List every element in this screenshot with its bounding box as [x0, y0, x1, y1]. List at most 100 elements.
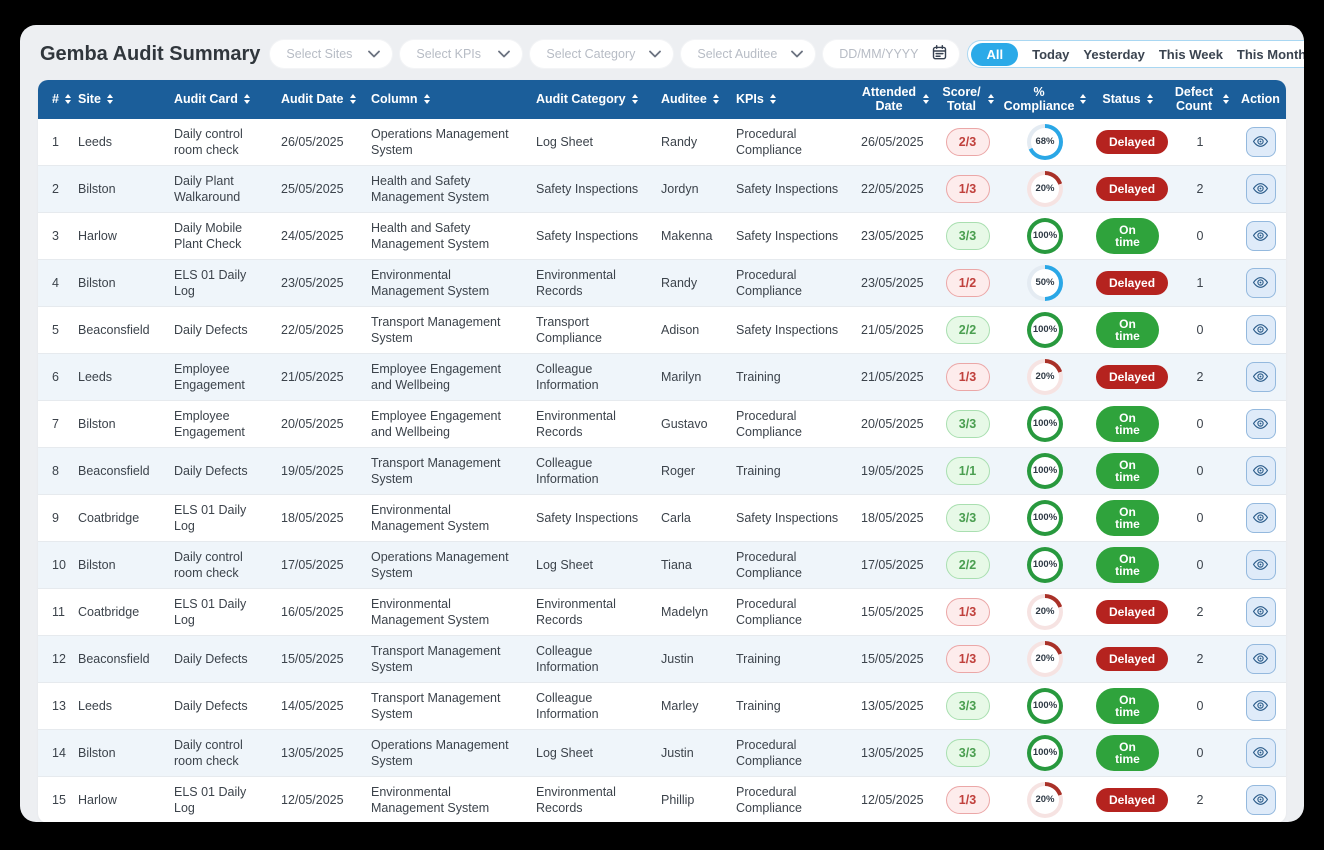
cell-site: Coatbridge — [72, 589, 168, 636]
view-button[interactable] — [1246, 127, 1276, 157]
gemba-audit-card: Gemba Audit Summary Select Sites Select … — [20, 25, 1304, 822]
cell-attended-date: 23/05/2025 — [855, 213, 935, 260]
score-badge: 1/1 — [946, 457, 990, 486]
date-input[interactable]: DD/MM/YYYY — [823, 40, 959, 68]
cell-kpis: Training — [730, 354, 855, 401]
score-badge: 3/3 — [946, 504, 990, 533]
cell-site: Leeds — [72, 683, 168, 730]
cell-audit-card: Daily Defects — [168, 636, 275, 683]
col-header-site[interactable]: Site — [72, 80, 168, 119]
cell-kpis: Safety Inspections — [730, 495, 855, 542]
compliance-donut: 20% — [1027, 171, 1063, 207]
range-all-button[interactable]: All — [971, 43, 1018, 66]
col-header-score-total[interactable]: Score/ Total — [935, 80, 1000, 119]
view-button[interactable] — [1246, 221, 1276, 251]
select-sites-placeholder: Select Sites — [286, 47, 352, 61]
range-yesterday-button[interactable]: Yesterday — [1083, 47, 1144, 62]
cell-defect-count: 0 — [1165, 401, 1235, 448]
sort-icon — [1223, 94, 1229, 104]
cell-site: Harlow — [72, 213, 168, 260]
select-kpis-dropdown[interactable]: Select KPIs — [400, 40, 522, 68]
cell-audit-date: 23/05/2025 — [275, 260, 365, 307]
cell-audit-date: 17/05/2025 — [275, 542, 365, 589]
status-badge: On time — [1096, 312, 1159, 348]
col-header-attended-date[interactable]: Attended Date — [855, 80, 935, 119]
cell-defect-count: 0 — [1165, 495, 1235, 542]
col-header-column[interactable]: Column — [365, 80, 530, 119]
range-this-week-button[interactable]: This Week — [1159, 47, 1223, 62]
cell-audit-category: Colleague Information — [530, 636, 655, 683]
cell-audit-card: ELS 01 Daily Log — [168, 495, 275, 542]
compliance-donut: 100% — [1027, 500, 1063, 536]
score-badge: 2/3 — [946, 128, 990, 157]
select-auditee-placeholder: Select Auditee — [697, 47, 777, 61]
cell-auditee: Marilyn — [655, 354, 730, 401]
col-header-auditee[interactable]: Auditee — [655, 80, 730, 119]
cell-audit-category: Environmental Records — [530, 260, 655, 307]
sort-icon — [424, 94, 430, 104]
cell-defect-count: 2 — [1165, 354, 1235, 401]
cell-auditee: Carla — [655, 495, 730, 542]
view-button[interactable] — [1246, 409, 1276, 439]
col-header-compliance[interactable]: % Compliance — [1000, 80, 1090, 119]
status-badge: On time — [1096, 500, 1159, 536]
cell-attended-date: 15/05/2025 — [855, 636, 935, 683]
view-button[interactable] — [1246, 174, 1276, 204]
cell-auditee: Jordyn — [655, 166, 730, 213]
col-header-audit-card[interactable]: Audit Card — [168, 80, 275, 119]
compliance-donut: 100% — [1027, 406, 1063, 442]
cell-column: Environmental Management System — [365, 495, 530, 542]
view-button[interactable] — [1246, 644, 1276, 674]
audit-table-wrap: # Site Audit Card Audit Date Column Audi… — [38, 80, 1286, 822]
score-badge: 1/3 — [946, 175, 990, 204]
range-today-button[interactable]: Today — [1032, 47, 1069, 62]
view-button[interactable] — [1246, 503, 1276, 533]
cell-defect-count: 0 — [1165, 542, 1235, 589]
cell-defect-count: 1 — [1165, 119, 1235, 166]
view-button[interactable] — [1246, 456, 1276, 486]
cell-audit-card: Daily Mobile Plant Check — [168, 213, 275, 260]
status-badge: On time — [1096, 218, 1159, 254]
cell-kpis: Training — [730, 636, 855, 683]
cell-auditee: Marley — [655, 683, 730, 730]
table-row: 12BeaconsfieldDaily Defects15/05/2025Tra… — [38, 636, 1286, 683]
col-header-defect-count[interactable]: Defect Count — [1165, 80, 1235, 119]
status-badge: On time — [1096, 547, 1159, 583]
cell-column: Health and Safety Management System — [365, 213, 530, 260]
view-button[interactable] — [1246, 550, 1276, 580]
select-category-dropdown[interactable]: Select Category — [530, 40, 673, 68]
chevron-down-icon — [498, 50, 510, 58]
table-row: 6LeedsEmployee Engagement21/05/2025Emplo… — [38, 354, 1286, 401]
view-button[interactable] — [1246, 315, 1276, 345]
cell-audit-date: 14/05/2025 — [275, 683, 365, 730]
cell-site: Bilston — [72, 730, 168, 777]
view-button[interactable] — [1246, 691, 1276, 721]
cell-num: 4 — [38, 260, 72, 307]
status-badge: Delayed — [1096, 271, 1168, 295]
view-button[interactable] — [1246, 597, 1276, 627]
cell-audit-card: Daily Defects — [168, 683, 275, 730]
cell-defect-count: 0 — [1165, 448, 1235, 495]
view-button[interactable] — [1246, 362, 1276, 392]
select-auditee-dropdown[interactable]: Select Auditee — [681, 40, 815, 68]
view-button[interactable] — [1246, 268, 1276, 298]
score-badge: 3/3 — [946, 692, 990, 721]
select-sites-dropdown[interactable]: Select Sites — [270, 40, 392, 68]
eye-icon — [1252, 556, 1269, 573]
cell-audit-category: Colleague Information — [530, 354, 655, 401]
range-this-month-button[interactable]: This Month — [1237, 47, 1304, 62]
view-button[interactable] — [1246, 738, 1276, 768]
col-header-kpis[interactable]: KPIs — [730, 80, 855, 119]
page-title: Gemba Audit Summary — [40, 43, 260, 66]
col-header-audit-category[interactable]: Audit Category — [530, 80, 655, 119]
col-header-num[interactable]: # — [38, 80, 72, 119]
cell-defect-count: 2 — [1165, 777, 1235, 822]
score-badge: 2/2 — [946, 316, 990, 345]
cell-auditee: Tiana — [655, 542, 730, 589]
col-header-audit-date[interactable]: Audit Date — [275, 80, 365, 119]
view-button[interactable] — [1246, 785, 1276, 815]
cell-audit-category: Environmental Records — [530, 589, 655, 636]
calendar-icon — [932, 45, 947, 63]
col-header-status[interactable]: Status — [1090, 80, 1165, 119]
status-badge: On time — [1096, 453, 1159, 489]
